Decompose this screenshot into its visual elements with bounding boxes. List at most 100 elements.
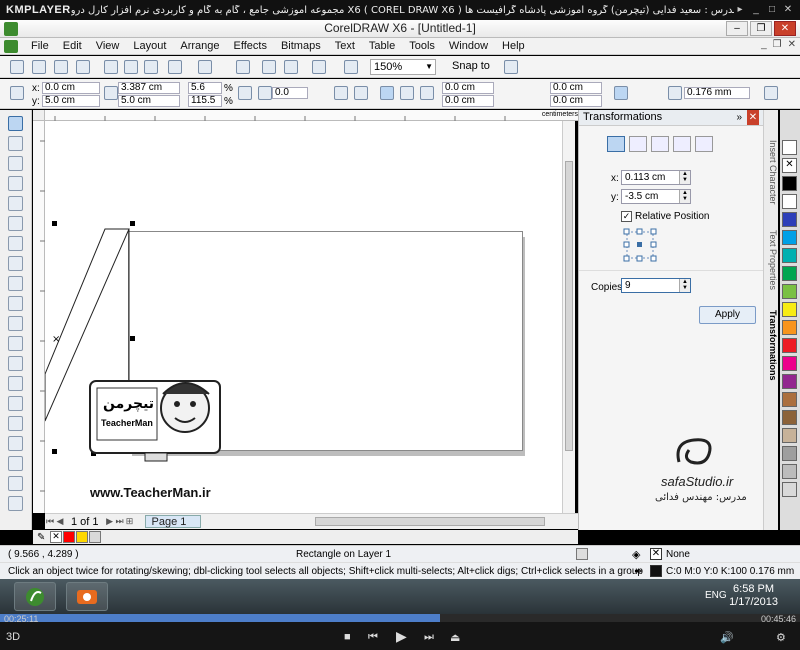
- window-minimize-button[interactable]: –: [726, 21, 748, 36]
- new-document-icon[interactable]: [10, 60, 24, 74]
- prev-page-icon[interactable]: ◀: [55, 516, 65, 527]
- palette-swatch[interactable]: [782, 446, 797, 461]
- copies-field[interactable]: 9 ▲ ▼: [621, 278, 691, 293]
- ellipse-tool-icon[interactable]: [8, 256, 23, 271]
- palette-swatch[interactable]: [782, 392, 797, 407]
- eyedropper-tool-icon[interactable]: [8, 436, 23, 451]
- vertical-scrollbar[interactable]: [562, 121, 575, 513]
- publish-pdf-icon[interactable]: [312, 60, 326, 74]
- zoom-level-select[interactable]: 150% ▼: [370, 59, 436, 75]
- menu-edit[interactable]: Edit: [56, 40, 89, 52]
- vertical-ruler[interactable]: [33, 121, 45, 513]
- menu-view[interactable]: View: [89, 40, 127, 52]
- page-tab[interactable]: Page 1: [144, 515, 202, 528]
- paste-icon[interactable]: [144, 60, 158, 74]
- import-icon[interactable]: [262, 60, 276, 74]
- first-page-icon[interactable]: ⏮: [45, 516, 55, 527]
- doc-restore-icon[interactable]: ❐: [773, 39, 782, 50]
- palette-swatch[interactable]: [782, 266, 797, 281]
- fill-none-icon[interactable]: ✕: [650, 548, 662, 560]
- scalloped-corner-icon[interactable]: [400, 86, 414, 100]
- cut-icon[interactable]: [104, 60, 118, 74]
- palette-swatch[interactable]: [782, 194, 797, 209]
- transparency-tool-icon[interactable]: [8, 416, 23, 431]
- pick-tool-icon[interactable]: [8, 116, 23, 131]
- mirror-horizontal-icon[interactable]: [334, 86, 348, 100]
- save-icon[interactable]: [54, 60, 68, 74]
- rotation-field[interactable]: 0.0: [272, 87, 308, 99]
- palette-swatch[interactable]: [782, 374, 797, 389]
- corner-top-right-field[interactable]: 0.0 cm: [550, 82, 602, 94]
- eject-icon[interactable]: ⏏: [450, 631, 460, 644]
- document-icon[interactable]: [4, 39, 18, 53]
- no-fill-swatch[interactable]: ✕: [782, 158, 797, 173]
- menu-help[interactable]: Help: [495, 40, 532, 52]
- insert-character-tab[interactable]: Insert Character: [765, 140, 778, 205]
- relative-position-checkbox[interactable]: ✓: [621, 211, 632, 222]
- palette-swatch[interactable]: [63, 531, 75, 543]
- options-icon[interactable]: [504, 60, 518, 74]
- menu-arrange[interactable]: Arrange: [173, 40, 226, 52]
- relative-corner-scaling-icon[interactable]: [614, 86, 628, 100]
- volume-icon[interactable]: 🔊: [720, 631, 734, 644]
- last-page-icon[interactable]: ⏭: [115, 516, 125, 527]
- interactive-fill-tool-icon[interactable]: [8, 496, 23, 511]
- menu-layout[interactable]: Layout: [126, 40, 173, 52]
- y-spin-icon[interactable]: ▲ ▼: [679, 190, 690, 203]
- basic-shapes-tool-icon[interactable]: [8, 296, 23, 311]
- palette-swatch[interactable]: [89, 531, 101, 543]
- apply-button[interactable]: Apply: [699, 306, 756, 324]
- rectangle-tool-icon[interactable]: [8, 236, 23, 251]
- palette-swatch[interactable]: [782, 140, 797, 155]
- crop-tool-icon[interactable]: [8, 156, 23, 171]
- position-tab-icon[interactable]: [607, 136, 625, 152]
- palette-swatch[interactable]: [782, 176, 797, 191]
- x-position-field[interactable]: 0.0 cm: [42, 82, 100, 94]
- menu-file[interactable]: File: [24, 40, 56, 52]
- skew-tab-icon[interactable]: [695, 136, 713, 152]
- text-tool-icon[interactable]: [8, 316, 23, 331]
- coreldraw-taskbar-icon[interactable]: [14, 582, 56, 611]
- close-icon[interactable]: ✕: [782, 4, 794, 16]
- print-icon[interactable]: [76, 60, 90, 74]
- blend-tool-icon[interactable]: [8, 396, 23, 411]
- dimension-tool-icon[interactable]: [8, 356, 23, 371]
- snap-to-dropdown[interactable]: Snap to: [452, 60, 490, 72]
- next-icon[interactable]: ⏭: [424, 631, 434, 644]
- zoom-tool-icon[interactable]: [8, 176, 23, 191]
- height-field[interactable]: 5.0 cm: [118, 95, 180, 107]
- horizontal-scroll-thumb[interactable]: [315, 517, 545, 526]
- corner-bottom-right-field[interactable]: 0.0 cm: [550, 95, 602, 107]
- text-properties-tab[interactable]: Text Properties: [765, 230, 778, 290]
- docker-y-field[interactable]: -3.5 cm ▲ ▼: [621, 189, 691, 204]
- menu-window[interactable]: Window: [442, 40, 495, 52]
- palette-swatch[interactable]: [782, 302, 797, 317]
- horizontal-ruler[interactable]: centimeters: [45, 110, 580, 121]
- drawing-canvas[interactable]: × تیچرمن TeacherMan www.TeacherMan.ir: [45, 121, 562, 513]
- anchor-grid[interactable]: [623, 228, 657, 262]
- play-icon[interactable]: ▶: [396, 628, 407, 645]
- shape-tool-icon[interactable]: [8, 136, 23, 151]
- menu-effects[interactable]: Effects: [227, 40, 274, 52]
- outline-tool-icon[interactable]: [8, 456, 23, 471]
- y-position-field[interactable]: 5.0 cm: [42, 95, 100, 107]
- open-icon[interactable]: [32, 60, 46, 74]
- scale-y-field[interactable]: 115.5: [188, 95, 222, 107]
- seek-bar[interactable]: [0, 614, 800, 622]
- palette-swatch[interactable]: [782, 338, 797, 353]
- search-content-icon[interactable]: [236, 60, 250, 74]
- table-tool-icon[interactable]: [8, 336, 23, 351]
- docker-close-icon[interactable]: ✕: [747, 110, 759, 125]
- mirror-vertical-icon[interactable]: [354, 86, 368, 100]
- add-page-icon[interactable]: ⊞: [125, 516, 135, 527]
- scale-x-field[interactable]: 5.6: [188, 82, 222, 94]
- palette-swatch[interactable]: [782, 230, 797, 245]
- doc-minimize-icon[interactable]: _: [761, 39, 767, 50]
- stop-icon[interactable]: ■: [344, 631, 351, 643]
- doc-close-icon[interactable]: ✕: [788, 39, 796, 50]
- lock-ratio-icon[interactable]: [238, 86, 252, 100]
- polygon-tool-icon[interactable]: [8, 276, 23, 291]
- system-clock[interactable]: 6:58 PM 1/17/2013: [729, 583, 778, 609]
- menu-bitmaps[interactable]: Bitmaps: [274, 40, 328, 52]
- freehand-tool-icon[interactable]: [8, 196, 23, 211]
